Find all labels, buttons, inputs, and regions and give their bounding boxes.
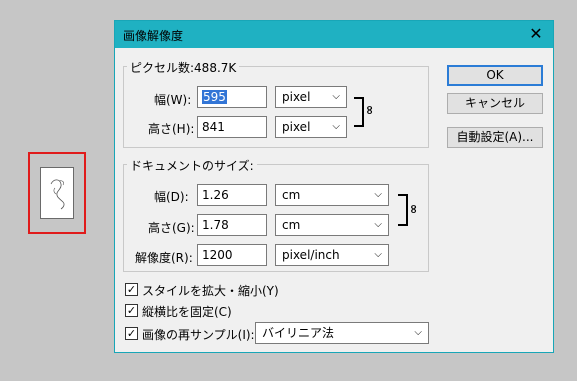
link-icon: ∞ (407, 204, 421, 214)
doc-height-value: 1.78 (202, 218, 229, 232)
chevron-down-icon: ⌵ (332, 121, 340, 132)
pixel-height-value: 841 (202, 120, 225, 134)
doc-width-unit: cm (282, 188, 301, 202)
resample-method: バイリニア法 (262, 326, 335, 340)
pixel-dimensions-label: ピクセル数:488.7K (127, 59, 240, 76)
constrain-proportions-checkbox[interactable]: ✓ (125, 304, 138, 317)
sketch-drawing-icon (50, 179, 65, 210)
pixel-height-unit: pixel (282, 120, 311, 134)
resample-method-select[interactable]: バイリニア法 ⌵ (255, 322, 429, 344)
doc-height-field[interactable]: 1.78 (197, 214, 267, 236)
dialog-titlebar: 画像解像度 ✕ (115, 21, 553, 48)
chevron-down-icon: ⌵ (374, 189, 382, 200)
chevron-down-icon: ⌵ (374, 219, 382, 230)
resolution-unit: pixel/inch (282, 248, 340, 262)
cancel-button[interactable]: キャンセル (447, 93, 543, 114)
resolution-value: 1200 (202, 248, 233, 262)
doc-height-unit: cm (282, 218, 301, 232)
pixel-width-unit: pixel (282, 90, 311, 104)
pixel-width-value: 595 (202, 90, 227, 104)
pixel-width-label: 幅(W): (154, 93, 192, 107)
pixel-width-unit-select[interactable]: pixel ⌵ (275, 86, 347, 108)
document-size-label: ドキュメントのサイズ: (127, 157, 257, 174)
constrain-proportions-label: 縦横比を固定(C) (142, 305, 232, 319)
image-size-dialog: 画像解像度 ✕ ピクセル数:488.7K 幅(W): 595 pixel ⌵ 高… (114, 20, 554, 353)
thumbnail-highlight (28, 152, 86, 234)
auto-button[interactable]: 自動設定(A)... (447, 127, 543, 148)
doc-width-value: 1.26 (202, 188, 229, 202)
pixel-width-field[interactable]: 595 (197, 86, 267, 108)
chevron-down-icon: ⌵ (414, 327, 422, 338)
scale-styles-checkbox[interactable]: ✓ (125, 283, 138, 296)
link-icon: ∞ (363, 105, 377, 115)
pixel-height-unit-select[interactable]: pixel ⌵ (275, 116, 347, 138)
doc-width-field[interactable]: 1.26 (197, 184, 267, 206)
resample-checkbox[interactable]: ✓ (125, 327, 138, 340)
pixel-height-field[interactable]: 841 (197, 116, 267, 138)
pixel-height-label: 高さ(H): (148, 122, 195, 136)
resolution-field[interactable]: 1200 (197, 244, 267, 266)
chevron-down-icon: ⌵ (374, 249, 382, 260)
resolution-label: 解像度(R): (135, 251, 193, 265)
document-thumbnail (40, 167, 74, 219)
chevron-down-icon: ⌵ (332, 91, 340, 102)
close-icon[interactable]: ✕ (525, 24, 547, 44)
resample-label: 画像の再サンプル(I): (142, 328, 255, 342)
resolution-unit-select[interactable]: pixel/inch ⌵ (275, 244, 389, 266)
doc-width-unit-select[interactable]: cm ⌵ (275, 184, 389, 206)
scale-styles-label: スタイルを拡大・縮小(Y) (142, 284, 279, 298)
ok-button[interactable]: OK (447, 65, 543, 86)
doc-width-label: 幅(D): (154, 190, 189, 204)
doc-height-label: 高さ(G): (148, 221, 195, 235)
dialog-title: 画像解像度 (123, 29, 184, 43)
doc-height-unit-select[interactable]: cm ⌵ (275, 214, 389, 236)
